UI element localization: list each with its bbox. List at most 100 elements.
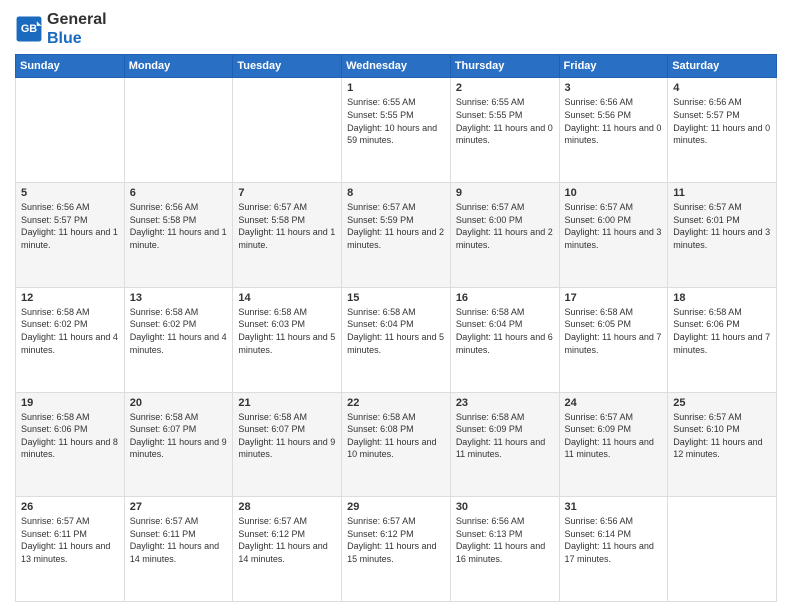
calendar-cell: 3Sunrise: 6:56 AM Sunset: 5:56 PM Daylig… xyxy=(559,78,668,183)
day-number: 20 xyxy=(130,397,228,409)
cell-content: Sunrise: 6:57 AM Sunset: 6:09 PM Dayligh… xyxy=(565,411,663,461)
calendar-cell xyxy=(16,78,125,183)
cell-content: Sunrise: 6:58 AM Sunset: 6:07 PM Dayligh… xyxy=(238,411,336,461)
day-number: 1 xyxy=(347,82,445,94)
calendar-header-thursday: Thursday xyxy=(450,55,559,78)
day-number: 26 xyxy=(21,501,119,513)
day-number: 25 xyxy=(673,397,771,409)
calendar-cell: 1 Sunrise: 6:55 AM Sunset: 5:55 PM Daylig… xyxy=(342,78,451,183)
day-number: 16 xyxy=(456,292,554,304)
calendar-cell: 29 Sunrise: 6:57 AM Sunset: 6:12 PM Dayli… xyxy=(342,497,451,602)
day-number: 14 xyxy=(238,292,336,304)
cell-content: Sunrise: 6:56 AM Sunset: 5:58 PM Dayligh… xyxy=(130,201,228,251)
cell-content: Sunrise: 6:58 AM Sunset: 6:04 PM Dayligh… xyxy=(347,306,445,356)
calendar-cell: 22Sunrise: 6:58 AM Sunset: 6:08 PM Dayli… xyxy=(342,392,451,497)
calendar-header-saturday: Saturday xyxy=(668,55,777,78)
day-number: 10 xyxy=(565,187,663,199)
cell-content: Sunrise: 6:56 AM Sunset: 5:57 PM Dayligh… xyxy=(673,96,771,146)
cell-content: Sunrise: 6:58 AM Sunset: 6:07 PM Dayligh… xyxy=(130,411,228,461)
day-number: 28 xyxy=(238,501,336,513)
cell-content: Sunrise: 6:58 AM Sunset: 6:05 PM Dayligh… xyxy=(565,306,663,356)
calendar-header-sunday: Sunday xyxy=(16,55,125,78)
calendar-cell: 7 Sunrise: 6:57 AM Sunset: 5:58 PM Daylig… xyxy=(233,183,342,288)
day-number: 7 xyxy=(238,187,336,199)
calendar-header-tuesday: Tuesday xyxy=(233,55,342,78)
day-number: 29 xyxy=(347,501,445,513)
day-number: 3 xyxy=(565,82,663,94)
day-number: 6 xyxy=(130,187,228,199)
calendar-table: SundayMondayTuesdayWednesdayThursdayFrid… xyxy=(15,54,777,602)
calendar-cell: 27 Sunrise: 6:57 AM Sunset: 6:11 PM Dayli… xyxy=(124,497,233,602)
logo-text-general: General xyxy=(47,10,107,29)
day-number: 8 xyxy=(347,187,445,199)
day-number: 18 xyxy=(673,292,771,304)
day-number: 9 xyxy=(456,187,554,199)
calendar-cell: 16 Sunrise: 6:58 AM Sunset: 6:04 PM Dayli… xyxy=(450,287,559,392)
calendar-cell: 9 Sunrise: 6:57 AM Sunset: 6:00 PM Daylig… xyxy=(450,183,559,288)
calendar-cell: 14 Sunrise: 6:58 AM Sunset: 6:03 PM Dayli… xyxy=(233,287,342,392)
day-number: 11 xyxy=(673,187,771,199)
calendar-cell xyxy=(124,78,233,183)
calendar-week-row: 1 Sunrise: 6:55 AM Sunset: 5:55 PM Daylig… xyxy=(16,78,777,183)
calendar-cell: 8 Sunrise: 6:57 AM Sunset: 5:59 PM Daylig… xyxy=(342,183,451,288)
calendar-cell: 30 Sunrise: 6:56 AM Sunset: 6:13 PM Dayli… xyxy=(450,497,559,602)
cell-content: Sunrise: 6:58 AM Sunset: 6:03 PM Dayligh… xyxy=(238,306,336,356)
calendar-header-row: SundayMondayTuesdayWednesdayThursdayFrid… xyxy=(16,55,777,78)
cell-content: Sunrise: 6:58 AM Sunset: 6:06 PM Dayligh… xyxy=(673,306,771,356)
cell-content: Sunrise: 6:58 AM Sunset: 6:09 PM Dayligh… xyxy=(456,411,554,461)
calendar-cell: 23Sunrise: 6:58 AM Sunset: 6:09 PM Dayli… xyxy=(450,392,559,497)
cell-content: Sunrise: 6:56 AM Sunset: 6:13 PM Dayligh… xyxy=(456,515,554,565)
calendar-cell: 5Sunrise: 6:56 AM Sunset: 5:57 PM Daylig… xyxy=(16,183,125,288)
calendar-cell: 17 Sunrise: 6:58 AM Sunset: 6:05 PM Dayli… xyxy=(559,287,668,392)
day-number: 30 xyxy=(456,501,554,513)
calendar-cell: 15 Sunrise: 6:58 AM Sunset: 6:04 PM Dayli… xyxy=(342,287,451,392)
day-number: 13 xyxy=(130,292,228,304)
cell-content: Sunrise: 6:55 AM Sunset: 5:55 PM Dayligh… xyxy=(347,96,445,146)
logo-icon: GB xyxy=(15,15,43,43)
calendar-cell: 19 Sunrise: 6:58 AM Sunset: 6:06 PM Dayli… xyxy=(16,392,125,497)
calendar-cell: 25Sunrise: 6:57 AM Sunset: 6:10 PM Dayli… xyxy=(668,392,777,497)
calendar-cell: 11 Sunrise: 6:57 AM Sunset: 6:01 PM Dayli… xyxy=(668,183,777,288)
calendar-week-row: 12 Sunrise: 6:58 AM Sunset: 6:02 PM Dayli… xyxy=(16,287,777,392)
cell-content: Sunrise: 6:57 AM Sunset: 6:11 PM Dayligh… xyxy=(130,515,228,565)
calendar-week-row: 26 Sunrise: 6:57 AM Sunset: 6:11 PM Dayli… xyxy=(16,497,777,602)
calendar-cell: 31 Sunrise: 6:56 AM Sunset: 6:14 PM Dayli… xyxy=(559,497,668,602)
calendar-cell: 24 Sunrise: 6:57 AM Sunset: 6:09 PM Dayli… xyxy=(559,392,668,497)
calendar-cell xyxy=(668,497,777,602)
day-number: 12 xyxy=(21,292,119,304)
calendar-cell: 21Sunrise: 6:58 AM Sunset: 6:07 PM Dayli… xyxy=(233,392,342,497)
day-number: 15 xyxy=(347,292,445,304)
day-number: 31 xyxy=(565,501,663,513)
cell-content: Sunrise: 6:57 AM Sunset: 5:58 PM Dayligh… xyxy=(238,201,336,251)
calendar-header-friday: Friday xyxy=(559,55,668,78)
day-number: 27 xyxy=(130,501,228,513)
cell-content: Sunrise: 6:57 AM Sunset: 6:11 PM Dayligh… xyxy=(21,515,119,565)
logo: GB General Blue xyxy=(15,10,107,48)
calendar-cell: 20 Sunrise: 6:58 AM Sunset: 6:07 PM Dayli… xyxy=(124,392,233,497)
calendar-cell: 13 Sunrise: 6:58 AM Sunset: 6:02 PM Dayli… xyxy=(124,287,233,392)
calendar-cell: 6 Sunrise: 6:56 AM Sunset: 5:58 PM Daylig… xyxy=(124,183,233,288)
day-number: 2 xyxy=(456,82,554,94)
calendar-cell: 18 Sunrise: 6:58 AM Sunset: 6:06 PM Dayli… xyxy=(668,287,777,392)
cell-content: Sunrise: 6:58 AM Sunset: 6:06 PM Dayligh… xyxy=(21,411,119,461)
calendar-cell xyxy=(233,78,342,183)
cell-content: Sunrise: 6:58 AM Sunset: 6:04 PM Dayligh… xyxy=(456,306,554,356)
cell-content: Sunrise: 6:57 AM Sunset: 6:12 PM Dayligh… xyxy=(347,515,445,565)
cell-content: Sunrise: 6:58 AM Sunset: 6:02 PM Dayligh… xyxy=(130,306,228,356)
calendar-cell: 2Sunrise: 6:55 AM Sunset: 5:55 PM Daylig… xyxy=(450,78,559,183)
cell-content: Sunrise: 6:57 AM Sunset: 6:00 PM Dayligh… xyxy=(456,201,554,251)
day-number: 19 xyxy=(21,397,119,409)
day-number: 4 xyxy=(673,82,771,94)
day-number: 17 xyxy=(565,292,663,304)
calendar-cell: 4 Sunrise: 6:56 AM Sunset: 5:57 PM Daylig… xyxy=(668,78,777,183)
cell-content: Sunrise: 6:57 AM Sunset: 6:12 PM Dayligh… xyxy=(238,515,336,565)
cell-content: Sunrise: 6:57 AM Sunset: 5:59 PM Dayligh… xyxy=(347,201,445,251)
day-number: 24 xyxy=(565,397,663,409)
calendar-cell: 10Sunrise: 6:57 AM Sunset: 6:00 PM Dayli… xyxy=(559,183,668,288)
day-number: 5 xyxy=(21,187,119,199)
day-number: 22 xyxy=(347,397,445,409)
calendar-cell: 28 Sunrise: 6:57 AM Sunset: 6:12 PM Dayli… xyxy=(233,497,342,602)
calendar-header-wednesday: Wednesday xyxy=(342,55,451,78)
cell-content: Sunrise: 6:57 AM Sunset: 6:01 PM Dayligh… xyxy=(673,201,771,251)
cell-content: Sunrise: 6:56 AM Sunset: 6:14 PM Dayligh… xyxy=(565,515,663,565)
